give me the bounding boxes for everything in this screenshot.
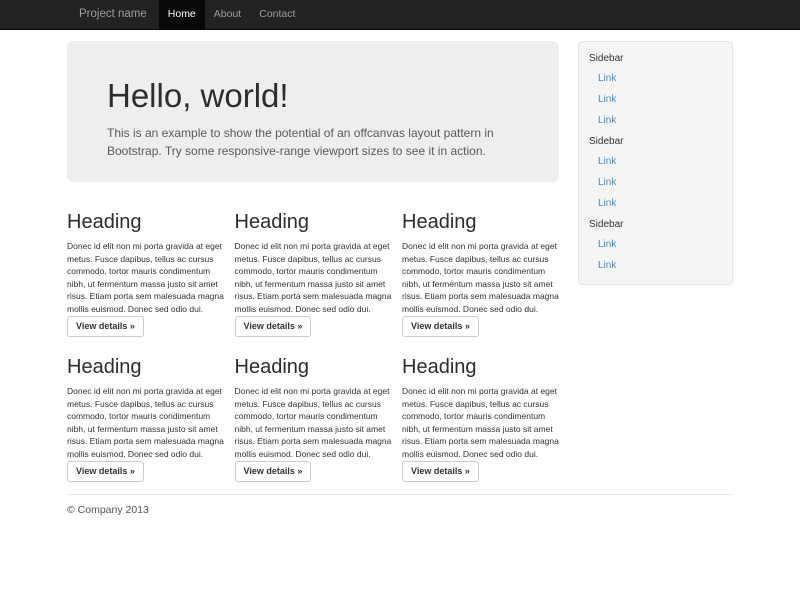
card-heading: Heading [402,355,559,379]
card-heading: Heading [235,210,392,234]
sidebar-link[interactable]: Link [579,110,732,131]
sidebar-group-header-1: Sidebar [579,48,732,68]
page-container: Hello, world! This is an example to show… [67,30,733,536]
navbar-brand[interactable]: Project name [67,0,159,30]
navbar-menu: Home About Contact [159,0,305,30]
nav-item-home[interactable]: Home [159,0,205,30]
sidebar-link[interactable]: Link [579,172,732,193]
sidebar-link[interactable]: Link [579,234,732,255]
view-details-button[interactable]: View details » [402,316,479,337]
footer: © Company 2013 [67,494,733,536]
card-heading: Heading [402,210,559,234]
main-row: Hello, world! This is an example to show… [67,30,733,482]
card-body-text: Donec id elit non mi porta gravida at eg… [67,240,224,315]
card-body-text: Donec id elit non mi porta gravida at eg… [235,385,392,460]
sidebar-link[interactable]: Link [579,255,732,276]
copyright-text: © Company 2013 [67,504,733,516]
view-details-button[interactable]: View details » [235,316,312,337]
sidebar-link[interactable]: Link [579,89,732,110]
sidebar-link[interactable]: Link [579,193,732,214]
nav-item-contact[interactable]: Contact [250,0,304,30]
card-heading: Heading [67,355,224,379]
jumbotron: Hello, world! This is an example to show… [67,41,559,182]
card-body-text: Donec id elit non mi porta gravida at eg… [235,240,392,315]
main-content: Hello, world! This is an example to show… [67,30,559,482]
feature-card-4: Heading Donec id elit non mi porta gravi… [67,355,224,482]
feature-card-6: Heading Donec id elit non mi porta gravi… [402,355,559,482]
page-title: Hello, world! [107,77,519,114]
view-details-button[interactable]: View details » [235,461,312,482]
navbar: Project name Home About Contact [0,0,800,30]
sidebar-panel: Sidebar Link Link Link Sidebar Link Link… [578,41,733,285]
navbar-inner: Project name Home About Contact [67,0,733,30]
feature-card-2: Heading Donec id elit non mi porta gravi… [235,210,392,337]
card-heading: Heading [235,355,392,379]
card-body-text: Donec id elit non mi porta gravida at eg… [67,385,224,460]
card-body-text: Donec id elit non mi porta gravida at eg… [402,240,559,315]
feature-card-1: Heading Donec id elit non mi porta gravi… [67,210,224,337]
nav-item-about[interactable]: About [205,0,250,30]
view-details-button[interactable]: View details » [67,461,144,482]
view-details-button[interactable]: View details » [402,461,479,482]
sidebar-group-header-2: Sidebar [579,131,732,151]
card-heading: Heading [67,210,224,234]
cards-row-2: Heading Donec id elit non mi porta gravi… [67,355,559,482]
sidebar-link[interactable]: Link [579,151,732,172]
card-body-text: Donec id elit non mi porta gravida at eg… [402,385,559,460]
sidebar-group-header-3: Sidebar [579,214,732,234]
feature-card-5: Heading Donec id elit non mi porta gravi… [235,355,392,482]
feature-card-3: Heading Donec id elit non mi porta gravi… [402,210,559,337]
sidebar-column: Sidebar Link Link Link Sidebar Link Link… [578,30,733,482]
cards-row-1: Heading Donec id elit non mi porta gravi… [67,210,559,337]
view-details-button[interactable]: View details » [67,316,144,337]
jumbotron-description: This is an example to show the potential… [107,124,507,160]
sidebar-link[interactable]: Link [579,68,732,89]
